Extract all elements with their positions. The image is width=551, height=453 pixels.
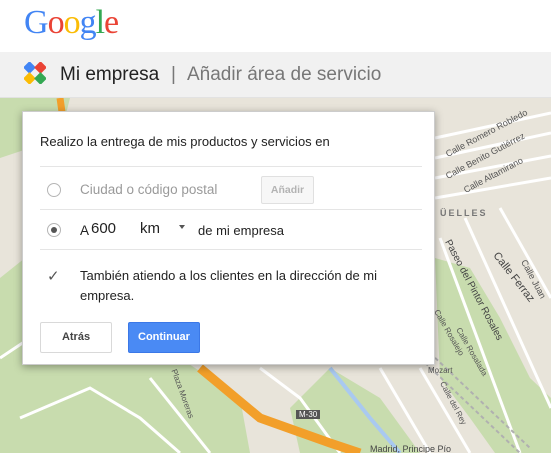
logo-letter: o	[63, 4, 81, 41]
my-business-icon	[24, 62, 46, 84]
map-label: Mozart	[428, 366, 453, 375]
dropdown-arrow-icon[interactable]	[179, 225, 185, 229]
map-label: Madrid, Principe Pío	[370, 444, 452, 453]
city-option-label: Ciudad o código postal	[80, 182, 218, 197]
distance-suffix: de mi empresa	[198, 223, 284, 238]
unit-select-value: km	[140, 220, 160, 237]
radio-city[interactable]	[47, 183, 61, 197]
page-title: Mi empresa	[60, 64, 160, 85]
radio-distance[interactable]	[47, 223, 61, 237]
map-label: ÜELLES	[440, 208, 488, 218]
page-subtitle: Añadir área de servicio	[187, 64, 382, 85]
distance-input[interactable]	[90, 216, 134, 242]
dialog-heading: Realizo la entrega de mis productos y se…	[40, 134, 330, 149]
distance-prefix: A	[80, 223, 90, 238]
logo-letter: e	[104, 4, 119, 41]
top-header: Google	[0, 0, 551, 52]
google-logo[interactable]: Google	[24, 4, 119, 42]
checkmark-icon[interactable]: ✓	[47, 267, 60, 285]
logo-letter: l	[95, 4, 106, 41]
divider	[40, 209, 422, 210]
divider	[40, 166, 422, 167]
add-button[interactable]: Añadir	[261, 176, 314, 204]
unit-select[interactable]: km	[140, 216, 190, 242]
logo-letter: g	[79, 4, 97, 41]
logo-letter: o	[47, 4, 65, 41]
continue-button[interactable]: Continuar	[128, 322, 200, 353]
checkbox-label: También atiendo a los clientes en la dir…	[80, 268, 378, 303]
back-button[interactable]: Atrás	[40, 322, 112, 353]
logo-letter: G	[24, 4, 49, 41]
title-separator: |	[171, 64, 176, 85]
highway-badge: M-30	[296, 410, 321, 419]
divider	[40, 249, 422, 250]
service-area-dialog: Realizo la entrega de mis productos y se…	[22, 111, 435, 365]
